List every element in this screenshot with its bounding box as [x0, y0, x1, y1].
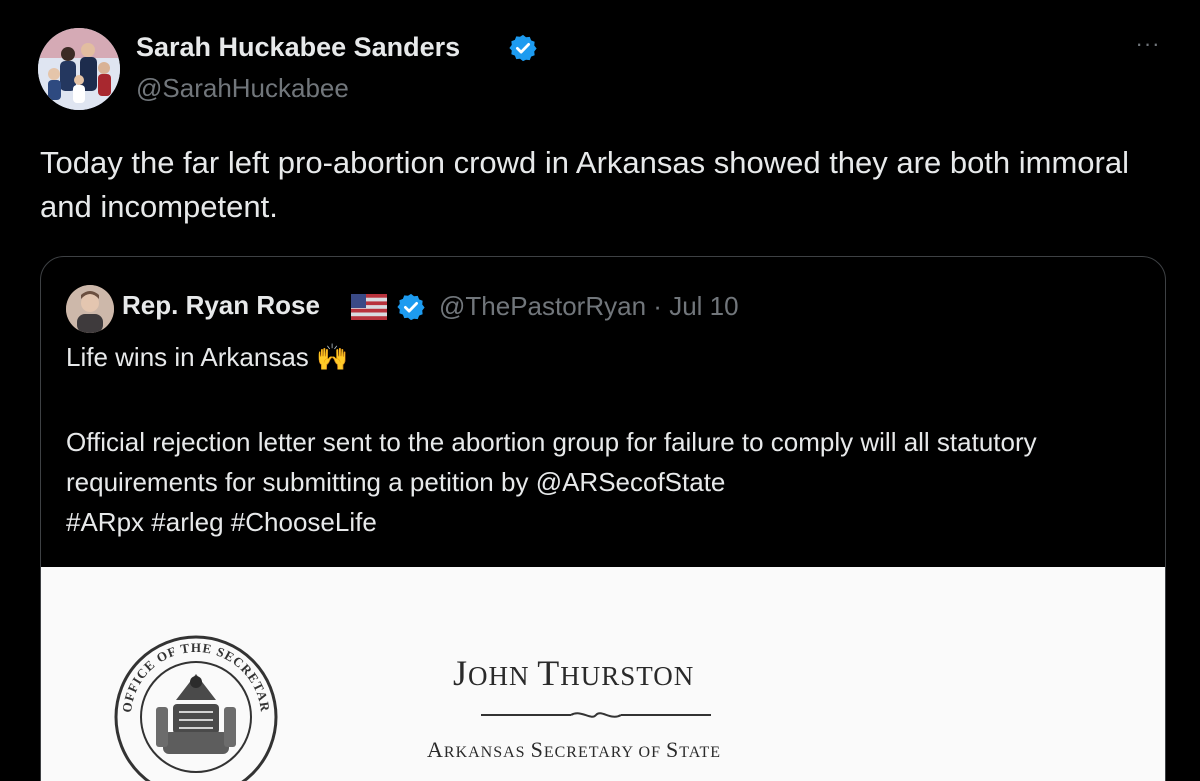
quoted-tweet-card[interactable]: Rep. Ryan Rose @ThePastorRyan · Jul 10 L…	[40, 256, 1166, 781]
quoted-tweet-headline: Life wins in Arkansas	[66, 342, 309, 372]
attached-document-image[interactable]: OFFICE OF THE SECRETARY OF STATE JOHN TH…	[41, 567, 1165, 781]
verified-badge-icon[interactable]	[396, 292, 426, 322]
title-initial: S	[665, 737, 680, 762]
hashtag-link[interactable]: #ARpx	[66, 507, 144, 537]
us-flag-icon	[351, 294, 387, 320]
name-initial: J	[453, 653, 469, 693]
mention-link[interactable]: @ARSecofState	[536, 467, 726, 497]
ornamental-divider	[481, 712, 711, 718]
title-initial: S	[530, 737, 544, 762]
raising-hands-emoji: 🙌	[316, 342, 349, 372]
secretary-of-state-seal-image: OFFICE OF THE SECRETARY OF STATE	[101, 612, 278, 781]
family-photo-image	[38, 28, 120, 110]
tweet-text: Today the far left pro-abortion crowd in…	[40, 145, 1129, 224]
more-options-icon[interactable]: ···	[1128, 28, 1168, 60]
hashtag-link[interactable]: #ChooseLife	[231, 507, 377, 537]
quoted-tweet-date[interactable]: Jul 10	[669, 291, 738, 321]
letterhead-name: JOHN THURSTON	[453, 652, 694, 694]
letterhead-title: ARKANSAS SECRETARY OF STATE	[427, 737, 721, 763]
hashtag-link[interactable]: #arleg	[151, 507, 223, 537]
portrait-image	[66, 285, 114, 333]
verified-badge-icon[interactable]	[508, 33, 538, 63]
title-rest: ECRETARY OF	[543, 744, 666, 761]
quoted-tweet-body: Official rejection letter sent to the ab…	[66, 422, 1146, 542]
name-rest: HURSTON	[560, 661, 695, 691]
title-rest: TATE	[679, 744, 722, 761]
meta-separator: ·	[653, 291, 662, 321]
quoted-author-handle[interactable]: @ThePastorRyan	[439, 291, 646, 321]
author-avatar[interactable]	[38, 28, 120, 110]
name-rest: OHN	[468, 661, 538, 691]
author-display-name[interactable]: Sarah Huckabee Sanders	[136, 32, 460, 63]
quoted-author-display-name[interactable]: Rep. Ryan Rose	[122, 290, 320, 321]
quoted-tweet-first-line: Life wins in Arkansas 🙌	[66, 342, 348, 373]
title-initial: A	[427, 737, 444, 762]
title-rest: RKANSAS	[443, 744, 531, 761]
quoted-tweet-meta: @ThePastorRyan · Jul 10	[439, 291, 739, 322]
quoted-author-avatar[interactable]	[66, 285, 114, 333]
author-handle[interactable]: @SarahHuckabee	[136, 73, 349, 104]
name-initial: T	[537, 653, 561, 693]
